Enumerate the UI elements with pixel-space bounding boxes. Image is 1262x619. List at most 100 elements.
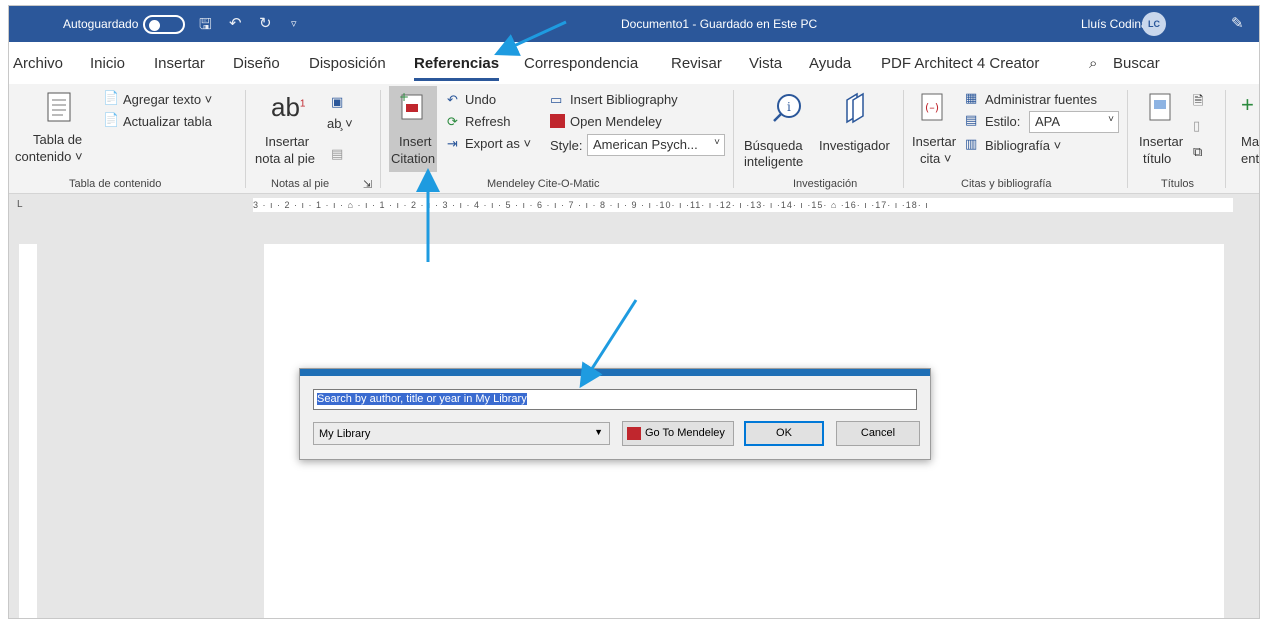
tab-insertar[interactable]: Insertar: [154, 55, 205, 72]
insertar-nota-label-2[interactable]: nota al pie: [255, 151, 315, 166]
estilo-label: Estilo:: [985, 114, 1021, 129]
toggle-knob: [149, 20, 160, 31]
show-notes-icon[interactable]: ▤: [331, 146, 343, 162]
svg-text:i: i: [787, 100, 791, 114]
tab-referencias[interactable]: Referencias: [414, 55, 500, 81]
divider: [1225, 90, 1226, 188]
undo-button[interactable]: Undo: [465, 92, 496, 107]
ribbon-tabs: Archivo Inicio Insertar Diseño Disposici…: [9, 42, 1259, 84]
divider: [380, 90, 381, 188]
tab-disposicion[interactable]: Disposición: [309, 55, 386, 72]
refresh-button[interactable]: Refresh: [465, 114, 511, 129]
divider: [245, 90, 246, 188]
ruler-scale[interactable]: 3 · ı · 2 · ı · 1 · ı · ⌂ · ı · 1 · ı · …: [253, 198, 1233, 212]
insertar-titulo-label-1[interactable]: Insertar: [1139, 134, 1183, 149]
agregar-texto-icon: 📄: [103, 90, 120, 105]
bibliografia-button[interactable]: Bibliografía ˅: [985, 138, 1061, 153]
tab-inicio[interactable]: Inicio: [90, 55, 125, 72]
go-to-mendeley-label: Go To Mendeley: [645, 427, 725, 439]
tab-ayuda[interactable]: Ayuda: [809, 55, 851, 72]
insert-table-figures-icon[interactable]: 🗎: [1193, 92, 1203, 114]
redo-icon[interactable]: ↻: [259, 14, 272, 32]
tab-vista[interactable]: Vista: [749, 55, 782, 72]
library-select[interactable]: My Library ▼: [313, 422, 610, 445]
undo-mendeley-icon: ↶: [447, 92, 458, 107]
avatar[interactable]: LC: [1142, 12, 1166, 36]
group-label-citas: Citas y bibliografía: [961, 178, 1052, 190]
tabla-label-1[interactable]: Tabla de: [33, 132, 82, 147]
pen-icon[interactable]: ✎: [1231, 14, 1244, 32]
search-text: Search by author, title or year in My Li…: [317, 393, 527, 405]
tab-buscar[interactable]: Buscar: [1113, 55, 1160, 72]
group-label-investigacion: Investigación: [793, 178, 858, 190]
manage-sources-icon: ▦: [965, 90, 978, 105]
dialog-accent-bar: [300, 369, 930, 376]
search-icon[interactable]: ⌕: [1089, 55, 1097, 72]
open-mendeley-button[interactable]: Open Mendeley: [570, 114, 662, 129]
insertar-cita-label-1[interactable]: Insertar: [912, 134, 956, 149]
insertar-cita-label-2[interactable]: cita ˅: [920, 151, 951, 166]
agregar-texto-button[interactable]: Agregar texto ˅: [123, 92, 212, 107]
svg-text:(–): (–): [925, 101, 939, 114]
next-footnote-icon[interactable]: ab̧ ˅: [327, 116, 353, 131]
export-icon: ⇥: [447, 136, 458, 151]
table-of-contents-icon: [47, 92, 71, 122]
vertical-ruler[interactable]: [19, 244, 37, 618]
tab-selector-icon[interactable]: L: [17, 199, 23, 210]
ribbon: Tabla de contenido ˅ 📄 Agregar texto ˅ 📄…: [9, 84, 1259, 194]
researcher-icon: [846, 92, 864, 124]
insert-endnote-icon[interactable]: ▣: [331, 94, 343, 110]
administrar-fuentes-button[interactable]: Administrar fuentes: [985, 92, 1097, 107]
chevron-down-icon: ˅: [1108, 114, 1114, 125]
insert-citation-label-2: Citation: [391, 151, 436, 166]
ok-button[interactable]: OK: [744, 421, 824, 446]
insert-citation-button[interactable]: + Insert Citation: [389, 86, 437, 172]
footnote-ab-icon: ab1: [271, 92, 306, 122]
citation-search-dialog: Search by author, title or year in My Li…: [299, 368, 931, 460]
tab-pdf-architect[interactable]: PDF Architect 4 Creator: [881, 55, 1039, 72]
marcar-label-1[interactable]: Mar: [1241, 134, 1259, 149]
actualizar-tabla-button[interactable]: Actualizar tabla: [123, 114, 212, 129]
customize-toolbar-icon[interactable]: ▿: [291, 17, 297, 30]
word-window: Autoguardado 🖫 ↶ ↻ ▿ Documento1 - Guarda…: [8, 5, 1260, 619]
style-dropdown[interactable]: American Psych... ˅: [587, 134, 725, 156]
chevron-down-icon: ▼: [594, 427, 603, 437]
tabla-label-2[interactable]: contenido ˅: [15, 149, 83, 164]
user-name[interactable]: Lluís Codina: [1081, 17, 1148, 31]
insertar-nota-label-1[interactable]: Insertar: [265, 134, 309, 149]
tab-revisar[interactable]: Revisar: [671, 55, 722, 72]
style-value: American Psych...: [593, 137, 698, 152]
save-icon[interactable]: 🖫: [199, 14, 212, 39]
undo-icon[interactable]: ↶: [229, 14, 242, 32]
cross-reference-icon[interactable]: ⧉: [1193, 144, 1202, 160]
investigador-button[interactable]: Investigador: [819, 138, 890, 153]
autosave-label: Autoguardado: [63, 17, 139, 31]
mendeley-logo-icon: [550, 114, 565, 128]
cancel-button[interactable]: Cancel: [836, 421, 920, 446]
title-bar: Autoguardado 🖫 ↶ ↻ ▿ Documento1 - Guarda…: [9, 6, 1259, 42]
dialog-launcher-icon[interactable]: ⇲: [363, 178, 372, 191]
search-input[interactable]: Search by author, title or year in My Li…: [313, 389, 917, 410]
svg-text:+: +: [399, 92, 409, 104]
library-value: My Library: [319, 428, 371, 440]
tab-archivo[interactable]: Archivo: [13, 55, 63, 72]
marcar-label-2[interactable]: entr: [1241, 151, 1259, 166]
insert-citation-word-icon: (–): [921, 93, 943, 121]
refresh-icon: ⟳: [447, 114, 458, 129]
mendeley-logo-icon: [627, 427, 641, 440]
tab-correspondencia[interactable]: Correspondencia: [524, 55, 638, 72]
busqueda-label-2[interactable]: inteligente: [744, 154, 803, 169]
insert-citation-label-1: Insert: [399, 134, 432, 149]
update-table-icon[interactable]: ▯: [1193, 118, 1200, 134]
bibliography-word-icon: ▥: [965, 136, 978, 151]
divider: [903, 90, 904, 188]
bibliography-icon: ▭: [550, 92, 563, 107]
insertar-titulo-label-2[interactable]: título: [1143, 151, 1171, 166]
insert-bibliography-button[interactable]: Insert Bibliography: [570, 92, 678, 107]
tab-diseno[interactable]: Diseño: [233, 55, 280, 72]
busqueda-label-1[interactable]: Búsqueda: [744, 138, 803, 153]
estilo-dropdown[interactable]: APA ˅: [1029, 111, 1119, 133]
autosave-toggle[interactable]: [143, 15, 185, 34]
go-to-mendeley-button[interactable]: Go To Mendeley: [622, 421, 734, 446]
export-as-button[interactable]: Export as ˅: [465, 136, 531, 151]
